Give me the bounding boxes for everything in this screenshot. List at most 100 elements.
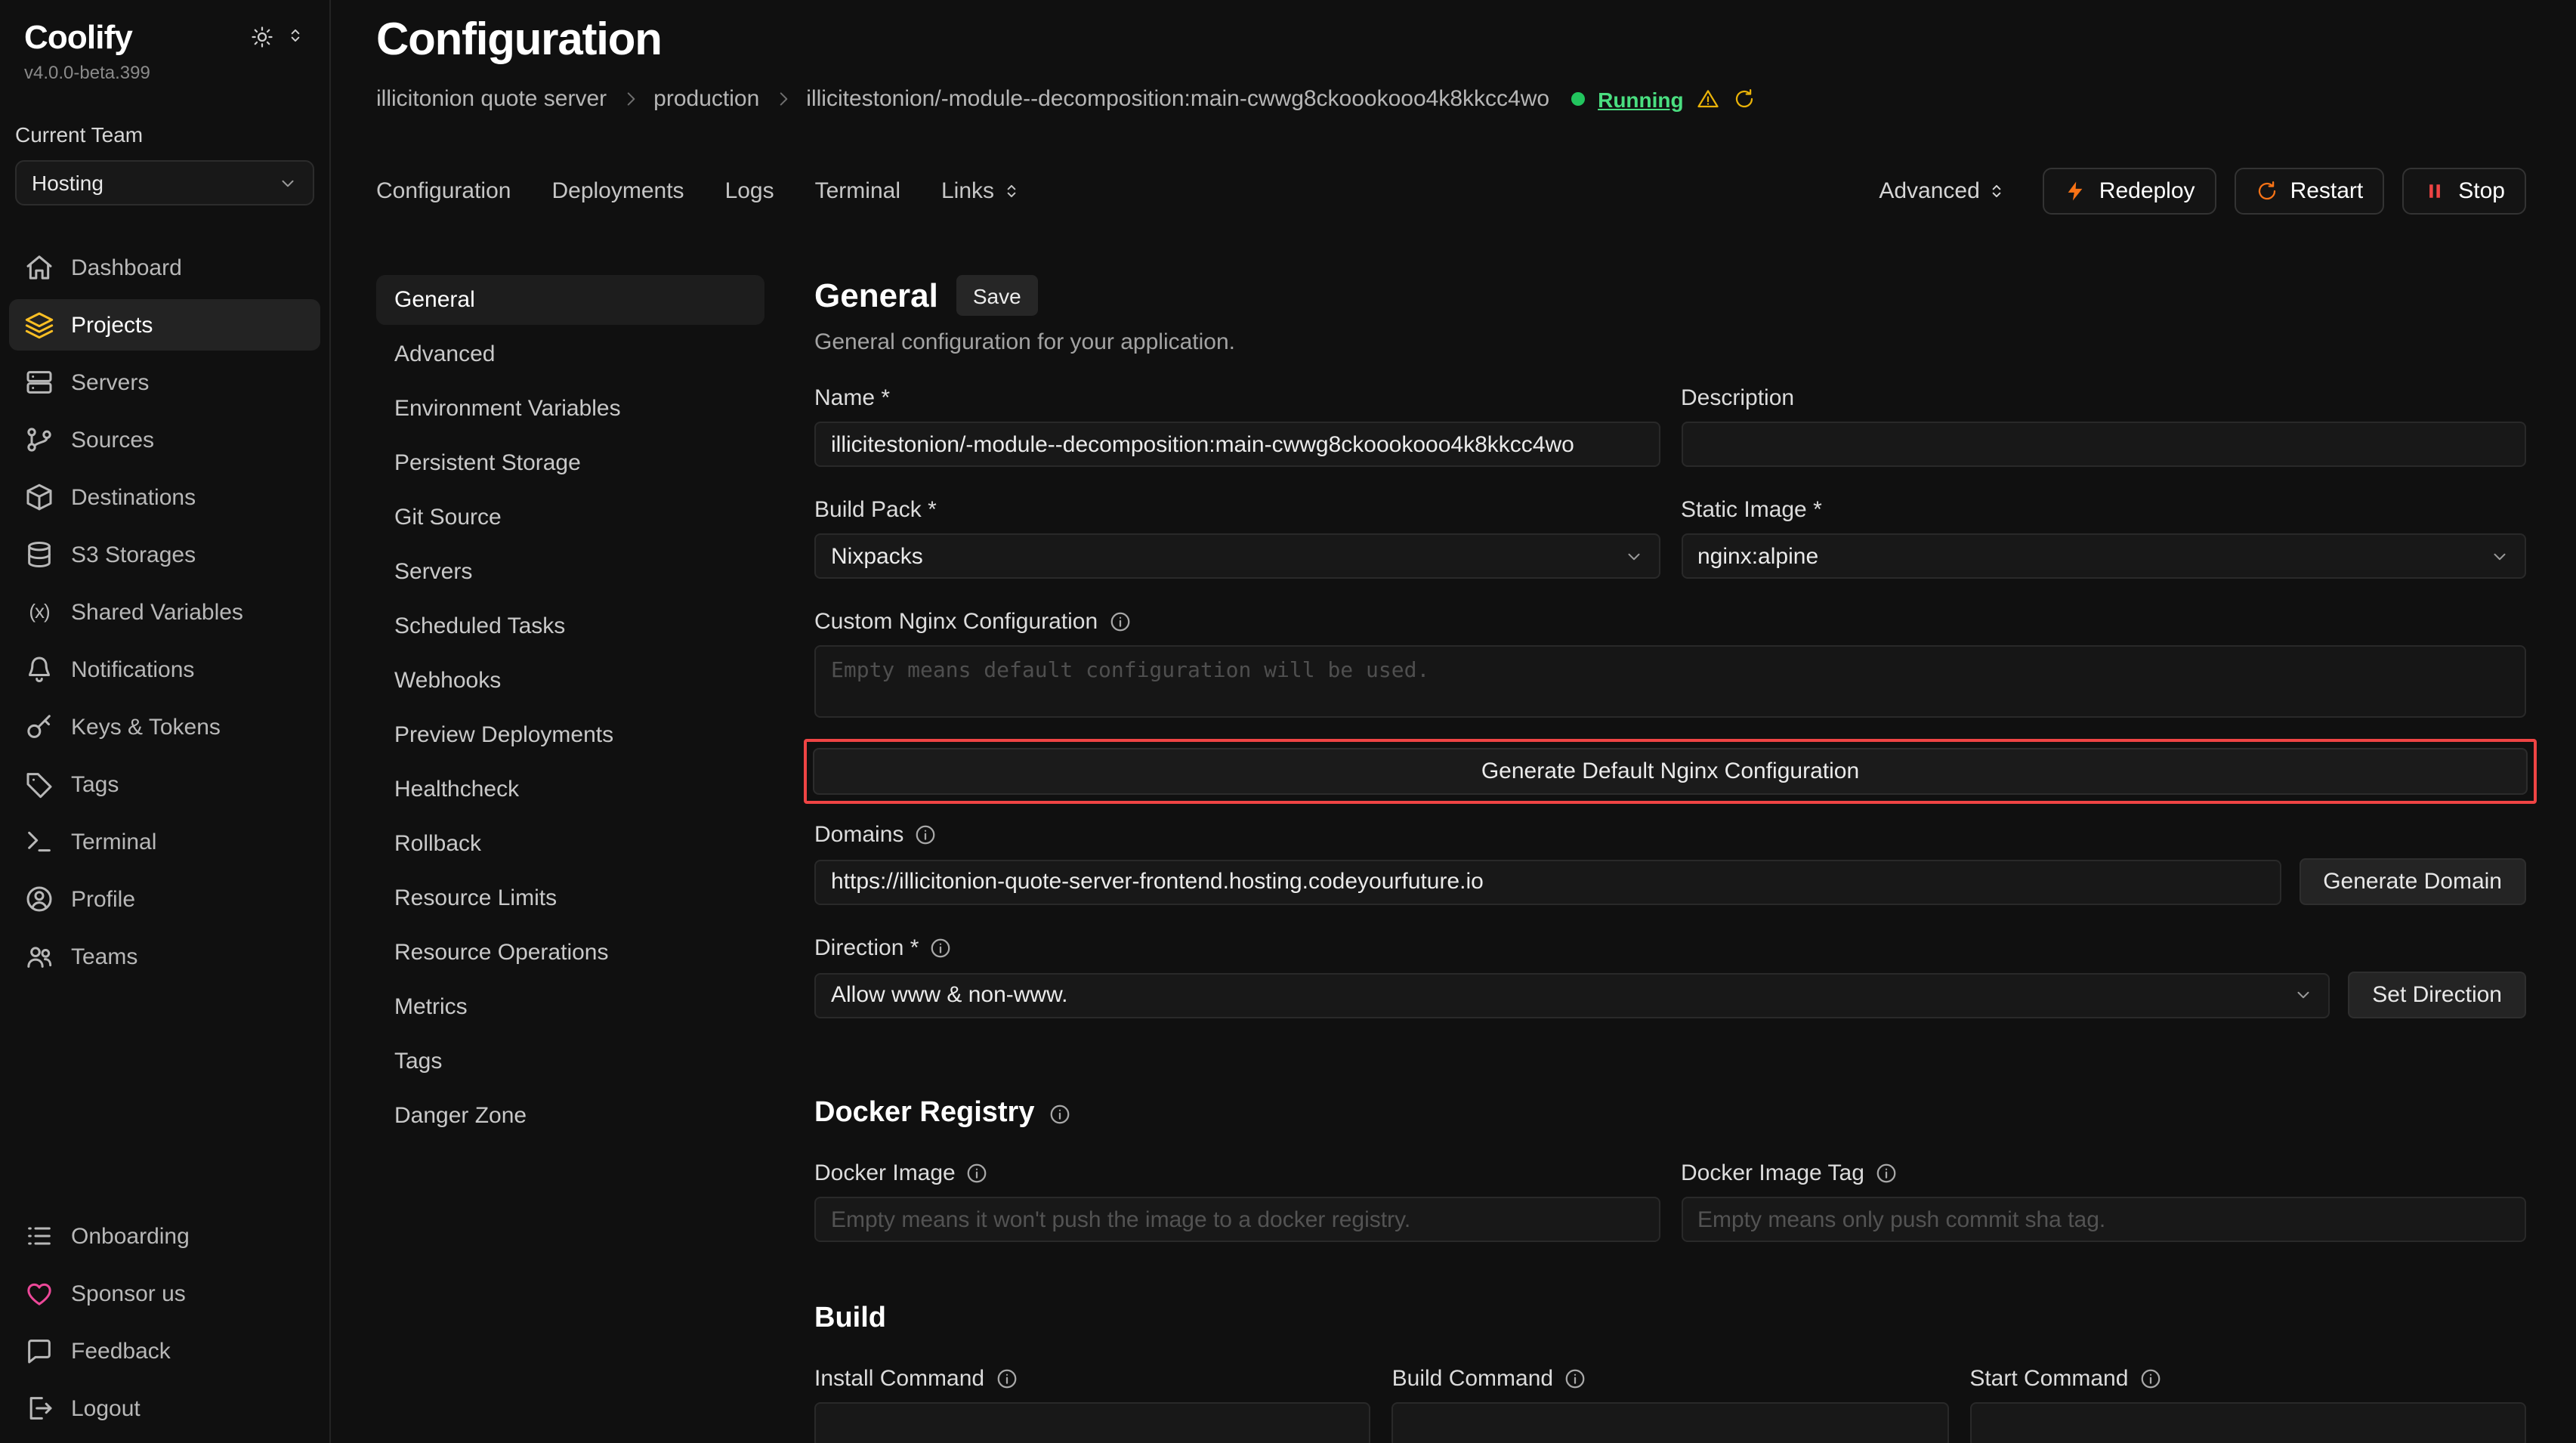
name-label: Name * bbox=[814, 385, 1660, 411]
static-image-select[interactable]: nginx:alpine bbox=[1681, 533, 2526, 579]
sidebar-item-servers[interactable]: Servers bbox=[9, 357, 320, 408]
sidebar-collapse-icon[interactable] bbox=[286, 26, 305, 45]
chevron-down-icon bbox=[2490, 546, 2510, 566]
stop-button[interactable]: Stop bbox=[2402, 168, 2526, 215]
sidebar-item-profile[interactable]: Profile bbox=[9, 873, 320, 925]
page-title: Configuration bbox=[376, 15, 2526, 66]
breadcrumb-application[interactable]: illicitestonion/-module--decomposition:m… bbox=[806, 86, 1549, 112]
config-nav-environment-variables[interactable]: Environment Variables bbox=[376, 384, 764, 434]
breadcrumb-project[interactable]: illicitonion quote server bbox=[376, 86, 607, 112]
docker-image-label: Docker Image bbox=[814, 1160, 956, 1186]
sidebar-item-dashboard[interactable]: Dashboard bbox=[9, 242, 320, 293]
config-nav-scheduled-tasks[interactable]: Scheduled Tasks bbox=[376, 601, 764, 651]
advanced-dropdown[interactable]: Advanced bbox=[1879, 178, 2006, 204]
config-nav-preview-deployments[interactable]: Preview Deployments bbox=[376, 710, 764, 760]
tab-configuration[interactable]: Configuration bbox=[376, 178, 511, 204]
sidebar-item-sponsor[interactable]: Sponsor us bbox=[9, 1268, 320, 1319]
domains-row: Generate Domain bbox=[814, 858, 2526, 905]
save-button[interactable]: Save bbox=[956, 275, 1038, 316]
status-running-link[interactable]: Running bbox=[1598, 87, 1684, 111]
domains-input[interactable] bbox=[814, 859, 2281, 904]
sidebar-item-destinations[interactable]: Destinations bbox=[9, 471, 320, 523]
description-input[interactable] bbox=[1681, 422, 2526, 467]
team-select[interactable]: Hosting bbox=[15, 160, 314, 205]
breadcrumb-environment[interactable]: production bbox=[653, 86, 759, 112]
config-nav-advanced[interactable]: Advanced bbox=[376, 329, 764, 379]
info-icon[interactable] bbox=[914, 823, 937, 846]
annotation-highlight: Generate Default Nginx Configuration bbox=[804, 739, 2537, 804]
config-nav-resource-operations[interactable]: Resource Operations bbox=[376, 928, 764, 978]
info-icon[interactable] bbox=[2139, 1367, 2161, 1390]
logout-icon bbox=[24, 1393, 54, 1423]
generate-domain-button[interactable]: Generate Domain bbox=[2299, 858, 2526, 905]
sidebar-item-notifications[interactable]: Notifications bbox=[9, 644, 320, 695]
config-nav-persistent-storage[interactable]: Persistent Storage bbox=[376, 438, 764, 488]
chevron-down-icon bbox=[1623, 546, 1643, 566]
build-command-input[interactable] bbox=[1392, 1402, 1949, 1443]
theme-sun-icon[interactable] bbox=[251, 26, 273, 48]
sidebar-item-tags[interactable]: Tags bbox=[9, 759, 320, 810]
generate-nginx-config-button[interactable]: Generate Default Nginx Configuration bbox=[813, 748, 2528, 795]
sidebar-item-terminal[interactable]: Terminal bbox=[9, 816, 320, 867]
config-nav-general[interactable]: General bbox=[376, 275, 764, 325]
sidebar-item-projects[interactable]: Projects bbox=[9, 299, 320, 351]
sidebar-item-label: Notifications bbox=[71, 657, 194, 682]
sidebar-item-logout[interactable]: Logout bbox=[9, 1383, 320, 1434]
config-nav-tags[interactable]: Tags bbox=[376, 1037, 764, 1086]
sidebar-item-s3-storages[interactable]: S3 Storages bbox=[9, 529, 320, 580]
build-pack-select[interactable]: Nixpacks bbox=[814, 533, 1660, 579]
info-icon[interactable] bbox=[1048, 1102, 1070, 1125]
sidebar-item-onboarding[interactable]: Onboarding bbox=[9, 1210, 320, 1262]
tab-logs[interactable]: Logs bbox=[725, 178, 774, 204]
rocket-icon bbox=[2065, 180, 2087, 202]
restart-button[interactable]: Restart bbox=[2235, 168, 2385, 215]
config-nav-servers[interactable]: Servers bbox=[376, 547, 764, 597]
tab-terminal[interactable]: Terminal bbox=[815, 178, 900, 204]
config-nav-rollback[interactable]: Rollback bbox=[376, 819, 764, 869]
sidebar-item-keys-tokens[interactable]: Keys & Tokens bbox=[9, 701, 320, 752]
info-icon[interactable] bbox=[929, 937, 952, 959]
info-icon[interactable] bbox=[1108, 610, 1131, 633]
config-nav-git-source[interactable]: Git Source bbox=[376, 493, 764, 542]
set-direction-button[interactable]: Set Direction bbox=[2348, 972, 2526, 1018]
sidebar-item-label: Projects bbox=[71, 312, 153, 338]
sidebar-item-label: Terminal bbox=[71, 829, 156, 854]
build-pack-value: Nixpacks bbox=[831, 543, 923, 569]
direction-select[interactable]: Allow www & non-www. bbox=[814, 972, 2330, 1018]
redeploy-button[interactable]: Redeploy bbox=[2043, 168, 2216, 215]
config-nav-metrics[interactable]: Metrics bbox=[376, 982, 764, 1032]
info-icon[interactable] bbox=[966, 1162, 989, 1185]
info-icon[interactable] bbox=[1564, 1367, 1586, 1390]
sidebar-item-feedback[interactable]: Feedback bbox=[9, 1325, 320, 1377]
config-nav-resource-limits[interactable]: Resource Limits bbox=[376, 873, 764, 923]
nginx-config-label: Custom Nginx Configuration bbox=[814, 609, 1098, 635]
config-nav-danger-zone[interactable]: Danger Zone bbox=[376, 1091, 764, 1141]
name-input[interactable] bbox=[814, 422, 1660, 467]
docker-image-input[interactable] bbox=[814, 1197, 1660, 1242]
current-team-label: Current Team bbox=[0, 122, 329, 147]
sidebar-item-label: Servers bbox=[71, 369, 149, 395]
sidebar-item-sources[interactable]: Sources bbox=[9, 414, 320, 465]
config-nav-webhooks[interactable]: Webhooks bbox=[376, 656, 764, 706]
start-command-label-row: Start Command bbox=[1969, 1366, 2526, 1392]
tab-deployments[interactable]: Deployments bbox=[551, 178, 684, 204]
sidebar: Coolify v4.0.0-beta.399 Current Team Hos… bbox=[0, 0, 331, 1443]
brand-icons bbox=[251, 26, 305, 48]
nginx-config-textarea[interactable] bbox=[814, 645, 2526, 718]
build-heading-row: Build bbox=[814, 1302, 2526, 1336]
sidebar-item-shared-variables[interactable]: (x) Shared Variables bbox=[9, 586, 320, 638]
docker-image-tag-input[interactable] bbox=[1681, 1197, 2526, 1242]
install-command-label: Install Command bbox=[814, 1366, 984, 1392]
sidebar-item-teams[interactable]: Teams bbox=[9, 931, 320, 982]
refresh-icon[interactable] bbox=[1734, 88, 1756, 110]
info-icon[interactable] bbox=[995, 1367, 1018, 1390]
sidebar-item-label: Dashboard bbox=[71, 255, 182, 280]
tab-links[interactable]: Links bbox=[941, 178, 1021, 204]
breadcrumb: illicitonion quote server production ill… bbox=[376, 86, 2526, 112]
install-command-input[interactable] bbox=[814, 1402, 1371, 1443]
info-icon[interactable] bbox=[1875, 1162, 1898, 1185]
config-nav-healthcheck[interactable]: Healthcheck bbox=[376, 765, 764, 814]
docker-image-field-group: Docker Image bbox=[814, 1130, 1660, 1242]
start-command-input[interactable] bbox=[1969, 1402, 2526, 1443]
pause-icon bbox=[2423, 180, 2446, 202]
